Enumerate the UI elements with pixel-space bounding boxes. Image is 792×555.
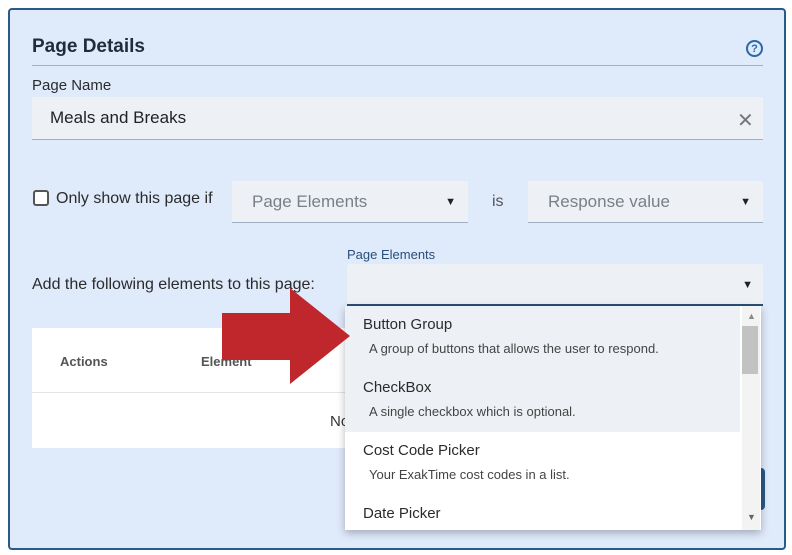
option-name: Date Picker (363, 505, 441, 522)
condition-element-select[interactable]: Page Elements ▼ (232, 181, 468, 223)
question-circle-icon[interactable]: ? (746, 40, 763, 57)
condition-checkbox-label[interactable]: Only show this page if (56, 190, 213, 208)
close-icon[interactable]: ✕ (737, 108, 754, 133)
scroll-up-icon[interactable]: ▲ (747, 311, 756, 321)
page-name-value: Meals and Breaks (50, 108, 187, 127)
option-name: Cost Code Picker (363, 442, 480, 459)
condition-value-select-value: Response value (548, 191, 670, 211)
option-description: A single checkbox which is optional. (369, 404, 576, 419)
page-elements-caption: Page Elements (347, 247, 436, 262)
dropdown-option-cost-code-picker[interactable]: Cost Code Picker Your ExakTime cost code… (345, 432, 740, 495)
page-name-label: Page Name (32, 77, 112, 94)
page-name-input[interactable]: Meals and Breaks (32, 97, 763, 140)
condition-operator-label: is (492, 193, 504, 210)
option-description: A group of buttons that allows the user … (369, 341, 659, 356)
page-title: Page Details (32, 36, 145, 57)
chevron-down-icon: ▼ (740, 196, 751, 208)
red-arrow-annotation-icon (222, 288, 350, 384)
condition-value-select[interactable]: Response value ▼ (528, 181, 763, 223)
option-description: Your ExakTime cost codes in a list. (369, 467, 570, 482)
dropdown-option-date-picker[interactable]: Date Picker (345, 495, 740, 530)
table-divider (32, 392, 352, 393)
title-divider (32, 65, 763, 66)
chevron-down-icon: ▼ (445, 196, 456, 208)
option-name: CheckBox (363, 379, 432, 396)
option-name: Button Group (363, 316, 453, 333)
dropdown-option-checkbox[interactable]: CheckBox A single checkbox which is opti… (345, 369, 740, 432)
condition-element-select-value: Page Elements (252, 191, 368, 211)
condition-checkbox[interactable] (33, 190, 49, 206)
page-elements-select[interactable]: ▼ (347, 264, 763, 306)
scrollbar-thumb[interactable] (742, 326, 758, 374)
table-header-actions: Actions (60, 354, 108, 369)
arrow-shape (222, 288, 350, 384)
dropdown-option-button-group[interactable]: Button Group A group of buttons that all… (345, 306, 740, 369)
page-elements-dropdown: Button Group A group of buttons that all… (345, 306, 761, 530)
scroll-down-icon[interactable]: ▼ (747, 512, 756, 522)
chevron-down-icon: ▼ (742, 279, 753, 291)
